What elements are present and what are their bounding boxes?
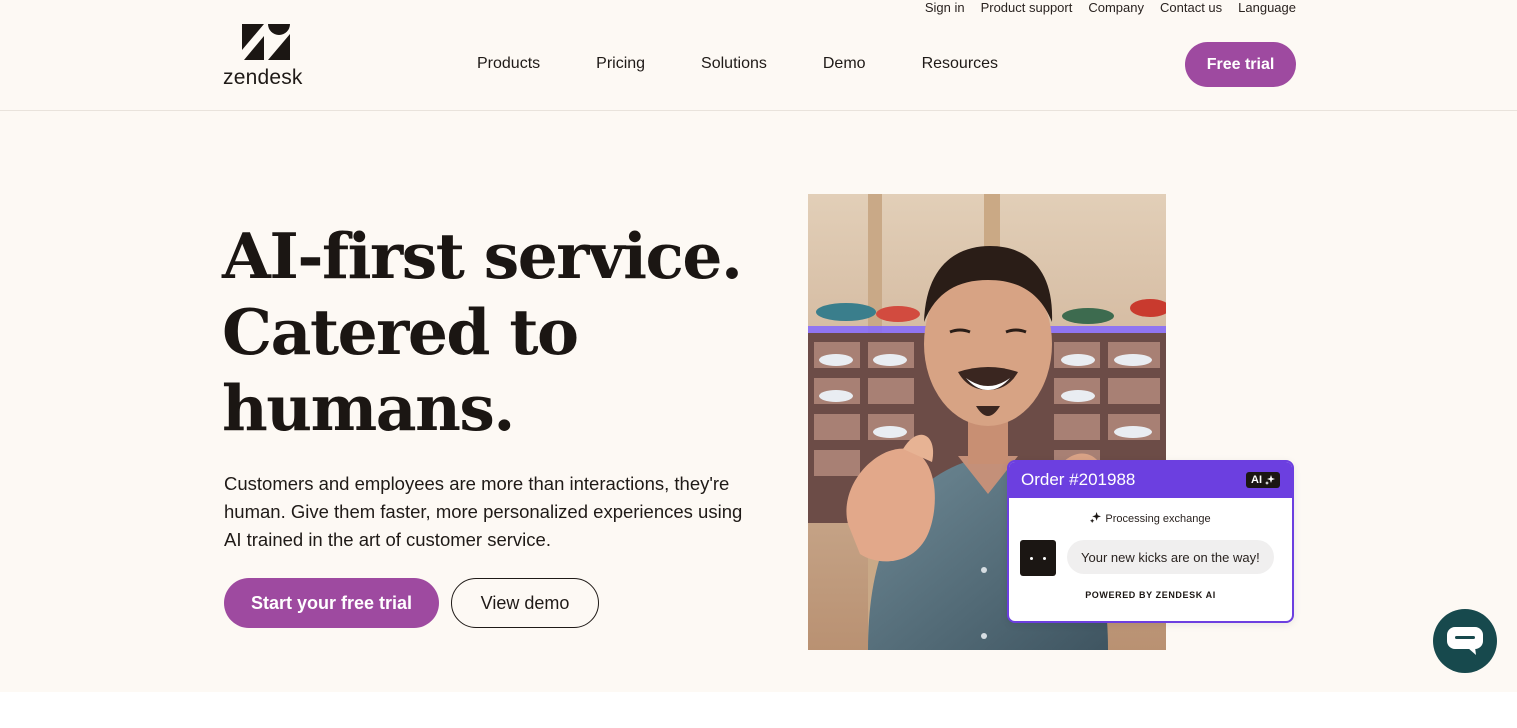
order-title: Order #201988 [1021, 470, 1136, 489]
nav-products[interactable]: Products [477, 54, 540, 74]
utility-nav: Sign in Product support Company Contact … [925, 0, 1296, 18]
next-section-edge [0, 692, 1517, 728]
start-free-trial-button[interactable]: Start your free trial [224, 578, 439, 628]
sparkle-icon [1265, 475, 1275, 485]
chat-icon [1447, 627, 1483, 655]
zendesk-logo-icon [242, 24, 290, 60]
headline-line-3: humans. [222, 371, 515, 445]
nav-solutions[interactable]: Solutions [701, 54, 767, 74]
powered-by-label: POWERED BY ZENDESK AI [1085, 590, 1216, 600]
headline-line-2: Catered to [222, 295, 579, 369]
bot-avatar [1020, 540, 1056, 576]
zendesk-logo[interactable]: zendesk [223, 24, 313, 89]
processing-status-text: Processing exchange [1105, 513, 1211, 525]
ai-badge-label: AI [1251, 474, 1262, 486]
processing-status: Processing exchange [1009, 512, 1292, 525]
hero-lead: Customers and employees are more than in… [224, 473, 743, 550]
contact-us-link[interactable]: Contact us [1160, 0, 1222, 18]
nav-pricing[interactable]: Pricing [596, 54, 645, 74]
nav-demo[interactable]: Demo [823, 54, 866, 74]
nav-resources[interactable]: Resources [922, 54, 998, 74]
hero-headline: AI-first service. Catered to humans. [222, 218, 782, 446]
product-support-link[interactable]: Product support [981, 0, 1073, 18]
language-link[interactable]: Language [1238, 0, 1296, 18]
sign-in-link[interactable]: Sign in [925, 0, 965, 18]
ai-badge: AI [1246, 472, 1280, 488]
logo-wordmark: zendesk [223, 66, 303, 89]
free-trial-button[interactable]: Free trial [1185, 42, 1296, 87]
headline-line-1: AI-first service. [222, 219, 743, 293]
order-card: Order #201988 AI Processing exchange You… [1007, 460, 1294, 623]
order-card-header: Order #201988 AI [1009, 462, 1292, 498]
sparkle-icon [1090, 512, 1102, 523]
header-divider [0, 110, 1517, 111]
view-demo-button[interactable]: View demo [451, 578, 599, 628]
main-nav: Products Pricing Solutions Demo Resource… [477, 54, 998, 74]
bot-message: Your new kicks are on the way! [1067, 540, 1274, 574]
company-link[interactable]: Company [1088, 0, 1144, 18]
chat-launcher-button[interactable] [1433, 609, 1497, 673]
